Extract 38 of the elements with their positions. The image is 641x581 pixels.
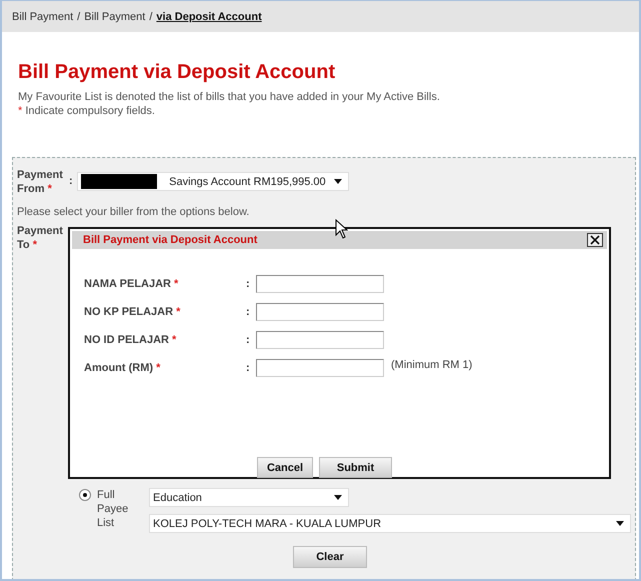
field-note: (Minimum RM 1)	[391, 359, 472, 371]
hint-text: Please select your biller from the options below.	[17, 206, 250, 218]
radio-button[interactable]	[79, 489, 91, 501]
clear-button[interactable]: Clear	[293, 546, 367, 568]
field-label: NO KP PELAJAR *	[84, 306, 182, 318]
category-select[interactable]: Education	[149, 488, 349, 507]
breadcrumb-link[interactable]: Bill Payment	[84, 10, 146, 22]
field-label: Payment To *	[17, 224, 64, 252]
close-icon[interactable]	[587, 233, 603, 247]
colon: :	[246, 334, 251, 346]
intro-text: My Favourite List is denoted the list of bills that you have added in your My Active Bills.	[18, 90, 441, 104]
cancel-button[interactable]: Cancel	[257, 457, 313, 478]
dropdown-caret-icon	[334, 179, 342, 184]
input-field[interactable]	[256, 331, 384, 349]
colon: :	[246, 362, 251, 374]
submit-button[interactable]: Submit	[319, 457, 392, 478]
colon: :	[246, 306, 251, 318]
input-field[interactable]	[256, 359, 384, 377]
field-label: NAMA PELAJAR *	[84, 278, 180, 290]
breadcrumb-separator: /	[149, 10, 152, 22]
field-label: Amount (RM) *	[84, 362, 162, 374]
compulsory-note: * Indicate compulsory fields.	[18, 104, 156, 118]
colon: :	[69, 175, 73, 187]
input-field[interactable]	[256, 275, 384, 293]
payee-select[interactable]: KOLEJ POLY-TECH MARA - KUALA LUMPUR	[149, 514, 631, 533]
field-label: NO ID PELAJAR *	[84, 334, 178, 346]
radio-label: Full Payee List	[97, 488, 130, 531]
dropdown-caret-icon	[334, 495, 342, 500]
colon: :	[246, 278, 251, 290]
account-select[interactable]: Savings Account RM195,995.00	[76, 172, 349, 191]
input-field[interactable]	[256, 303, 384, 321]
breadcrumb-current[interactable]: via Deposit Account	[156, 10, 262, 22]
breadcrumb-separator: /	[77, 10, 80, 22]
page-title: Bill Payment via Deposit Account	[18, 60, 336, 84]
field-label: Payment From *	[17, 168, 64, 196]
dialog-title: Bill Payment via Deposit Account	[83, 234, 258, 246]
dropdown-caret-icon	[616, 521, 624, 526]
breadcrumb-link[interactable]: Bill Payment	[12, 10, 74, 22]
